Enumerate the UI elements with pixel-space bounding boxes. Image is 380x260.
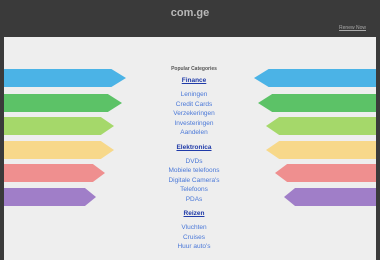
category-title-finance[interactable]: Finance xyxy=(134,76,254,85)
right-band-purple xyxy=(284,188,376,206)
link-mobiele-telefoons[interactable]: Mobiele telefoons xyxy=(134,166,254,176)
left-band-red xyxy=(4,164,105,182)
content-panel: Popular Categories Finance Leningen Cred… xyxy=(4,37,376,260)
link-huur-autos[interactable]: Huur auto's xyxy=(134,242,254,252)
link-cruises[interactable]: Cruises xyxy=(134,233,254,243)
right-band-lightgreen xyxy=(266,117,376,135)
left-band-yellow xyxy=(4,141,114,159)
renew-now-link[interactable]: Renew Now xyxy=(339,25,366,31)
domain-title: com.ge xyxy=(170,7,210,19)
right-band-yellow xyxy=(266,141,376,159)
link-dvds[interactable]: DVDs xyxy=(134,157,254,167)
link-pdas[interactable]: PDAs xyxy=(134,195,254,205)
category-title-elektronica[interactable]: Elektronica xyxy=(134,143,254,152)
top-bar: com.ge Renew Now xyxy=(0,0,380,36)
category-list: Popular Categories Finance Leningen Cred… xyxy=(134,66,254,257)
link-leningen[interactable]: Leningen xyxy=(134,90,254,100)
link-verzekeringen[interactable]: Verzekeringen xyxy=(134,109,254,119)
category-title-reizen[interactable]: Reizen xyxy=(134,209,254,218)
left-band-green xyxy=(4,94,122,112)
link-vluchten[interactable]: Vluchten xyxy=(134,223,254,233)
link-digitale-cameras[interactable]: Digitale Camera's xyxy=(134,176,254,186)
category-group-finance: Finance Leningen Credit Cards Verzekerin… xyxy=(134,76,254,138)
category-group-reizen: Reizen Vluchten Cruises Huur auto's xyxy=(134,209,254,252)
category-group-elektronica: Elektronica DVDs Mobiele telefoons Digit… xyxy=(134,143,254,205)
left-band-purple xyxy=(4,188,96,206)
link-aandelen[interactable]: Aandelen xyxy=(134,128,254,138)
left-band-lightgreen xyxy=(4,117,114,135)
link-credit-cards[interactable]: Credit Cards xyxy=(134,100,254,110)
popular-categories-heading: Popular Categories xyxy=(171,66,217,72)
link-telefoons[interactable]: Telefoons xyxy=(134,185,254,195)
link-investeringen[interactable]: Investeringen xyxy=(134,119,254,129)
right-band-green xyxy=(258,94,376,112)
left-band-blue xyxy=(4,69,126,87)
right-band-red xyxy=(275,164,376,182)
right-band-blue xyxy=(254,69,376,87)
